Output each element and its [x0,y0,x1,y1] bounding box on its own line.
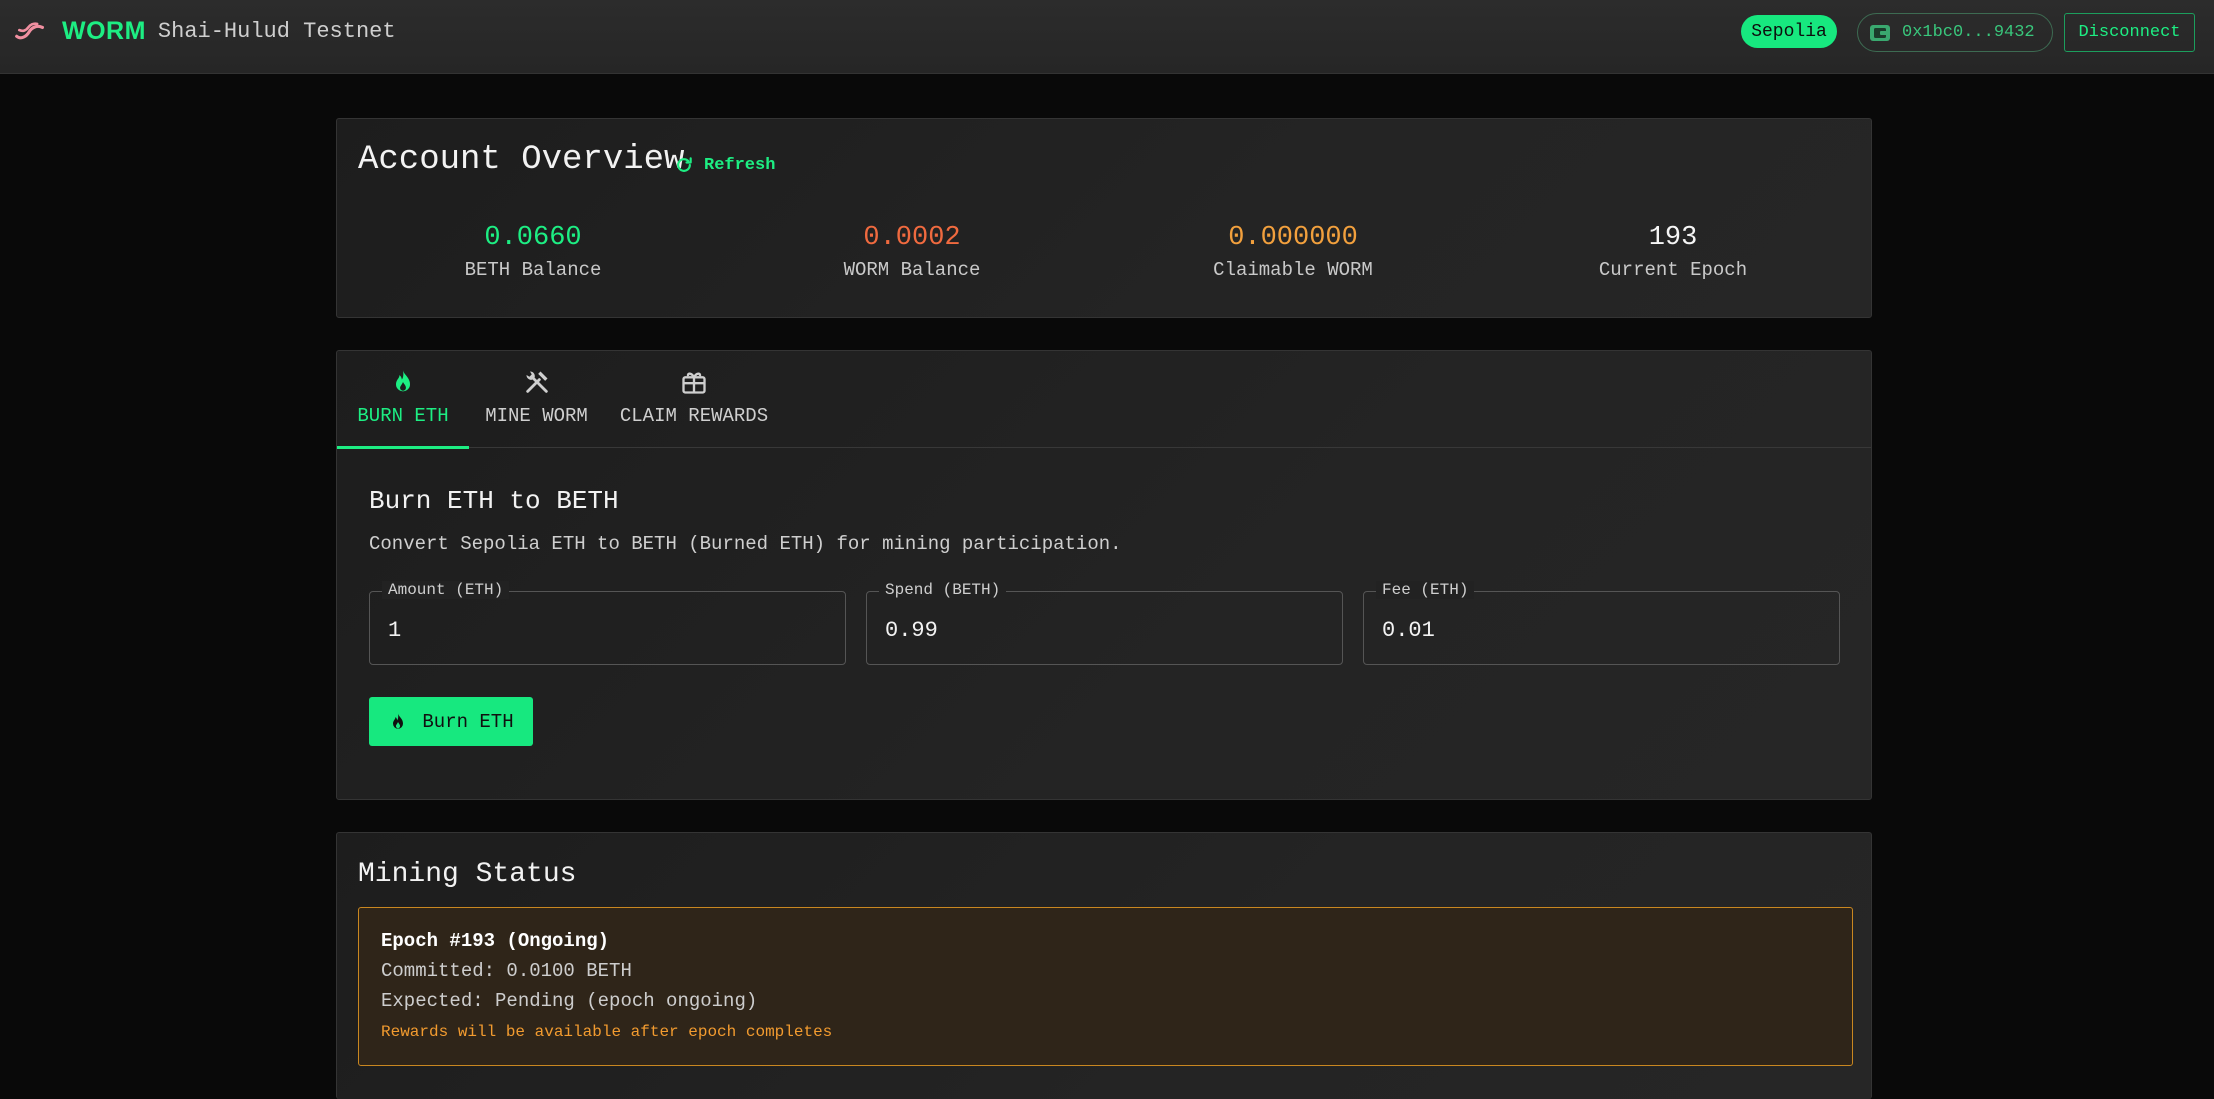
mining-status-card: Mining Status Epoch #193 (Ongoing) Commi… [336,832,1872,1099]
refresh-button[interactable]: Refresh [674,155,775,175]
wallet-chip[interactable]: 0x1bc0...9432 [1857,13,2053,52]
committed-amount: Committed: 0.0100 BETH [381,960,632,982]
burn-eth-button-label: Burn ETH [422,710,514,733]
wallet-address: 0x1bc0...9432 [1902,23,2035,42]
tools-icon [525,371,548,393]
account-overview-card: Account Overview Refresh 0.0660 BETH Bal… [336,118,1872,318]
stat-label: WORM Balance [843,259,981,281]
epoch-heading: Epoch #193 (Ongoing) [381,930,610,952]
burn-title: Burn ETH to BETH [369,486,619,516]
rewards-note: Rewards will be available after epoch co… [381,1023,833,1041]
stat-beth-balance: 0.0660 BETH Balance [403,223,663,281]
stat-value: 0.0002 [863,223,961,253]
worm-logo-icon [14,14,50,48]
account-overview-title: Account Overview [358,141,685,179]
amount-field: Amount (ETH) [369,581,846,665]
network-badge: Sepolia [1741,15,1837,48]
stat-label: Claimable WORM [1213,259,1373,281]
disconnect-button[interactable]: Disconnect [2064,13,2195,52]
burn-eth-button[interactable]: Burn ETH [369,697,533,746]
spend-input[interactable] [867,592,1342,664]
tab-label: CLAIM REWARDS [619,405,769,427]
fee-field: Fee (ETH) [1363,581,1840,665]
fee-input[interactable] [1364,592,1839,664]
flame-icon [396,370,410,392]
tab-claim-rewards[interactable]: CLAIM REWARDS [604,351,784,448]
stat-worm-balance: 0.0002 WORM Balance [782,223,1042,281]
stat-value: 0.000000 [1228,223,1358,253]
gift-icon [682,372,706,394]
tab-label: MINE WORM [485,405,588,427]
tab-label: BURN ETH [357,405,449,427]
tab-burn-eth[interactable]: BURN ETH [337,351,469,449]
tab-mine-worm[interactable]: MINE WORM [469,351,604,448]
amount-input[interactable] [370,592,845,664]
wallet-icon [1868,21,1892,45]
stat-value: 0.0660 [484,223,582,253]
stat-label: Current Epoch [1598,259,1748,281]
stat-claimable-worm: 0.000000 Claimable WORM [1163,223,1423,281]
mining-status-title: Mining Status [358,859,577,890]
burn-description: Convert Sepolia ETH to BETH (Burned ETH)… [369,533,1122,555]
spend-field: Spend (BETH) [866,581,1343,665]
refresh-label: Refresh [704,155,776,175]
epoch-status-panel: Epoch #193 (Ongoing) Committed: 0.0100 B… [358,907,1853,1066]
action-card: BURN ETH MINE WORM CLAIM REWARDS Burn ET… [336,350,1872,800]
stat-label: BETH Balance [464,259,602,281]
brand-name: WORM [62,16,146,45]
top-bar: WORM Shai-Hulud Testnet Sepolia 0x1bc0..… [0,0,2214,74]
refresh-icon [677,157,692,172]
stat-value: 193 [1648,223,1698,253]
expected-reward: Expected: Pending (epoch ongoing) [381,990,758,1012]
action-tabs: BURN ETH MINE WORM CLAIM REWARDS [337,351,1871,449]
flame-icon [393,713,404,729]
brand-subtitle: Shai-Hulud Testnet [157,18,396,44]
brand[interactable]: WORM Shai-Hulud Testnet [14,14,396,48]
stat-current-epoch: 193 Current Epoch [1543,223,1803,281]
